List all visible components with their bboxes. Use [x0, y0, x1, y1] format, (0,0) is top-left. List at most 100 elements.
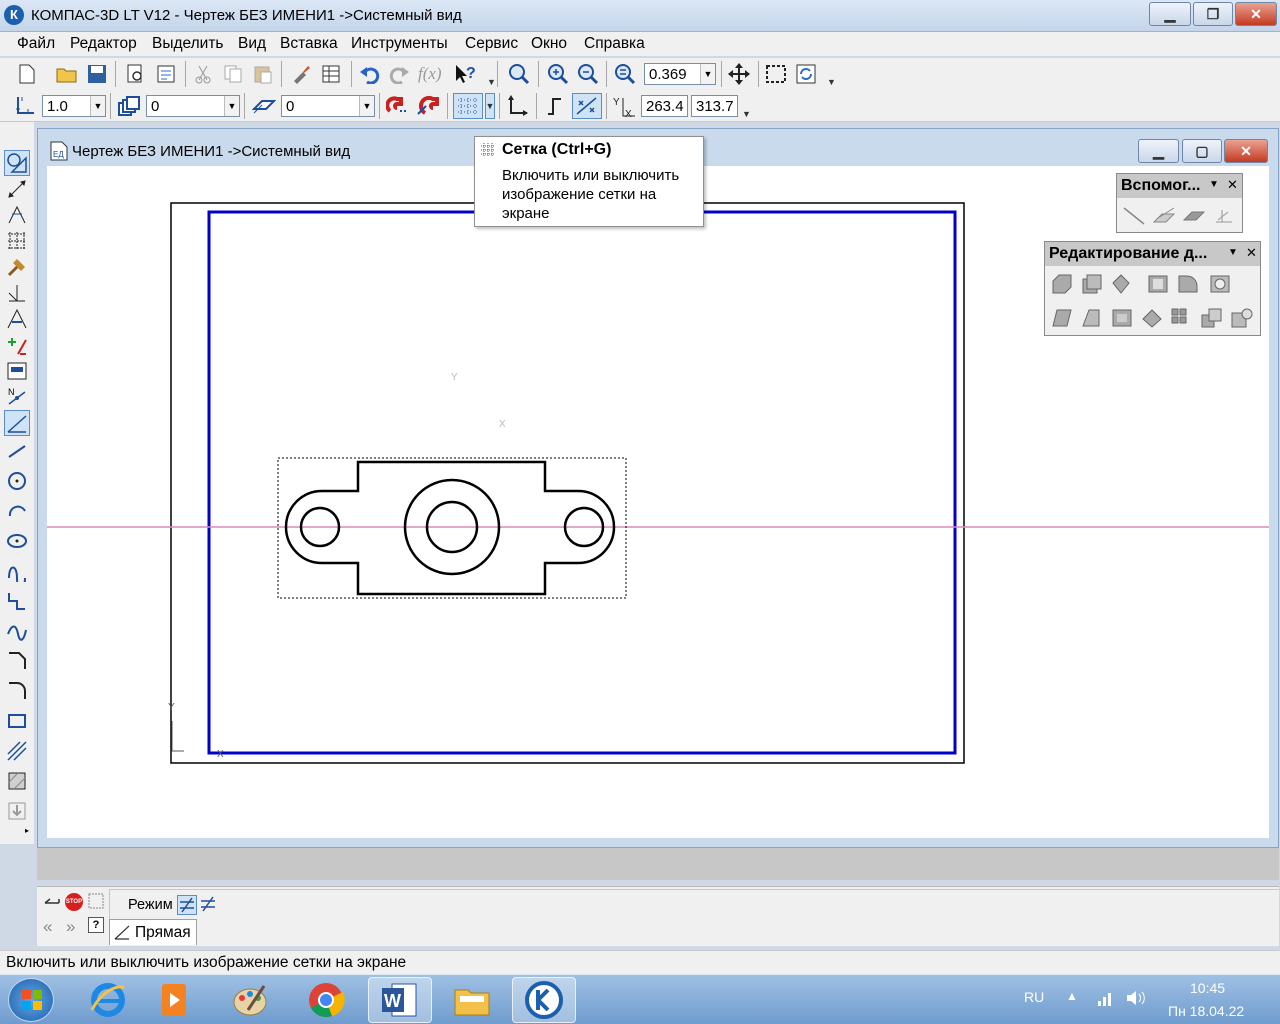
- measure-panel-icon[interactable]: [4, 280, 30, 306]
- function-fx-icon[interactable]: f(x): [416, 61, 446, 87]
- close-button[interactable]: ✕: [1235, 2, 1277, 26]
- aux-plane-icon[interactable]: [1151, 202, 1177, 228]
- word-icon[interactable]: W: [368, 977, 432, 1023]
- zoom-out-icon[interactable]: [575, 61, 601, 87]
- menu-help[interactable]: Справка: [584, 35, 645, 53]
- mode-perpendicular-icon[interactable]: [199, 895, 219, 915]
- clock-time[interactable]: 10:45: [1190, 980, 1225, 996]
- media-player-icon[interactable]: [142, 977, 206, 1023]
- line-tool-icon[interactable]: [4, 410, 30, 436]
- extrude-icon[interactable]: [1049, 271, 1075, 297]
- rib-icon[interactable]: [1049, 305, 1075, 331]
- associative-views-icon[interactable]: [4, 332, 30, 358]
- doc-close-button[interactable]: ✕: [1224, 139, 1268, 163]
- split-icon[interactable]: [1139, 305, 1165, 331]
- pan-move-icon[interactable]: [726, 61, 752, 87]
- doc-restore-button[interactable]: ▢: [1182, 139, 1222, 163]
- refresh-icon[interactable]: [793, 61, 819, 87]
- snap-magnet-icon[interactable]: [385, 93, 411, 119]
- aux-panel-title[interactable]: Вспомог...: [1117, 174, 1242, 198]
- cut-extrude-icon[interactable]: [1109, 271, 1135, 297]
- language-indicator[interactable]: RU: [1024, 989, 1044, 1005]
- properties-icon[interactable]: [153, 61, 179, 87]
- chrome-icon[interactable]: [294, 977, 358, 1023]
- back-arrows-icon[interactable]: «: [43, 917, 52, 937]
- menu-service[interactable]: Сервис: [465, 35, 518, 53]
- local-snap-icon[interactable]: [416, 93, 442, 119]
- clock-date[interactable]: Пн 18.04.22: [1168, 1003, 1244, 1019]
- restore-button[interactable]: ❐: [1193, 2, 1233, 26]
- redo-icon[interactable]: [386, 61, 412, 87]
- step-combo[interactable]: 1.0 ▼: [42, 95, 106, 117]
- chevron-down-icon[interactable]: ▼: [485, 93, 495, 119]
- toolbar-overflow-icon[interactable]: ▸: [25, 826, 29, 835]
- spec-panel-icon[interactable]: [4, 358, 30, 384]
- parametric-mode-icon[interactable]: [572, 93, 602, 119]
- tray-expand-icon[interactable]: ▲: [1066, 989, 1078, 1003]
- chamfer-tool-icon[interactable]: [4, 648, 30, 674]
- view-combo[interactable]: 0 ▼: [281, 95, 375, 117]
- collect-contour-icon[interactable]: [4, 798, 30, 824]
- step-icon[interactable]: [12, 93, 38, 119]
- designations-panel-icon[interactable]: [4, 202, 30, 228]
- format-brush-icon[interactable]: [288, 61, 314, 87]
- circle-tool-icon[interactable]: [4, 468, 30, 494]
- explorer-icon[interactable]: [440, 977, 504, 1023]
- bezier-tool-icon[interactable]: [4, 618, 30, 644]
- view-state-icon[interactable]: [251, 93, 277, 119]
- mode-parallel-icon[interactable]: [177, 895, 197, 915]
- paint-icon[interactable]: [218, 977, 282, 1023]
- menu-select[interactable]: Выделить: [152, 35, 224, 53]
- zoom-scale-combo[interactable]: 0.369 ▼: [644, 63, 716, 85]
- fillet-tool-icon[interactable]: [4, 678, 30, 704]
- new-document-icon[interactable]: [14, 61, 40, 87]
- chevron-down-icon[interactable]: ▼: [1209, 179, 1219, 190]
- variables-table-icon[interactable]: [318, 61, 344, 87]
- layers-icon[interactable]: [116, 93, 142, 119]
- close-icon[interactable]: ✕: [1227, 177, 1238, 193]
- help-icon[interactable]: ?: [88, 917, 104, 933]
- spline-tool-icon[interactable]: [4, 558, 30, 584]
- arc-tool-icon[interactable]: [4, 498, 30, 524]
- aux-axis-icon[interactable]: [1211, 202, 1237, 228]
- array-icon[interactable]: [1169, 305, 1195, 331]
- coord-y-field[interactable]: 313.7: [691, 95, 738, 117]
- forward-arrows-icon[interactable]: »: [66, 917, 75, 937]
- volume-icon[interactable]: [1126, 989, 1146, 1007]
- zoom-scale-icon[interactable]: [612, 61, 638, 87]
- chevron-down-icon[interactable]: ▼: [359, 96, 374, 116]
- copy-icon[interactable]: [220, 61, 246, 87]
- menu-tools[interactable]: Инструменты: [351, 35, 448, 53]
- toolbar-overflow-icon[interactable]: ▼: [742, 93, 751, 119]
- grid-toggle-icon[interactable]: [453, 93, 483, 119]
- menu-insert[interactable]: Вставка: [280, 35, 338, 53]
- open-folder-icon[interactable]: [54, 61, 80, 87]
- segment-tool-icon[interactable]: [4, 438, 30, 464]
- menu-editor[interactable]: Редактор: [70, 35, 137, 53]
- chevron-down-icon[interactable]: ▼: [700, 64, 715, 84]
- chevron-down-icon[interactable]: ▼: [1228, 247, 1238, 258]
- mirror-icon[interactable]: [1229, 305, 1255, 331]
- close-icon[interactable]: ✕: [1246, 245, 1257, 261]
- select-panel-icon[interactable]: [4, 306, 30, 332]
- show-all-icon[interactable]: [763, 61, 789, 87]
- ellipse-tool-icon[interactable]: [4, 528, 30, 554]
- fillet-3d-icon[interactable]: [1175, 271, 1201, 297]
- rectangle-tool-icon[interactable]: [4, 708, 30, 734]
- point-tool-icon[interactable]: N: [4, 384, 30, 410]
- shell-icon[interactable]: [1145, 271, 1171, 297]
- tab-line[interactable]: Прямая: [109, 919, 197, 945]
- aux-parallel-icon[interactable]: [1181, 202, 1207, 228]
- toolbar-overflow-icon[interactable]: ▼: [827, 61, 836, 87]
- copy-array-icon[interactable]: [1199, 305, 1225, 331]
- dimensions-panel-icon[interactable]: [4, 176, 30, 202]
- start-button[interactable]: [8, 978, 54, 1022]
- ie-taskbar-icon[interactable]: [76, 977, 140, 1023]
- section-icon[interactable]: [1109, 305, 1135, 331]
- local-cs-icon[interactable]: [504, 93, 530, 119]
- chevron-down-icon[interactable]: ▼: [224, 96, 239, 116]
- print-preview-icon[interactable]: [122, 61, 148, 87]
- doc-minimize-button[interactable]: ▁: [1138, 139, 1179, 163]
- kompas-taskbar-icon[interactable]: [512, 977, 576, 1023]
- parametrization-panel-icon[interactable]: [4, 254, 30, 280]
